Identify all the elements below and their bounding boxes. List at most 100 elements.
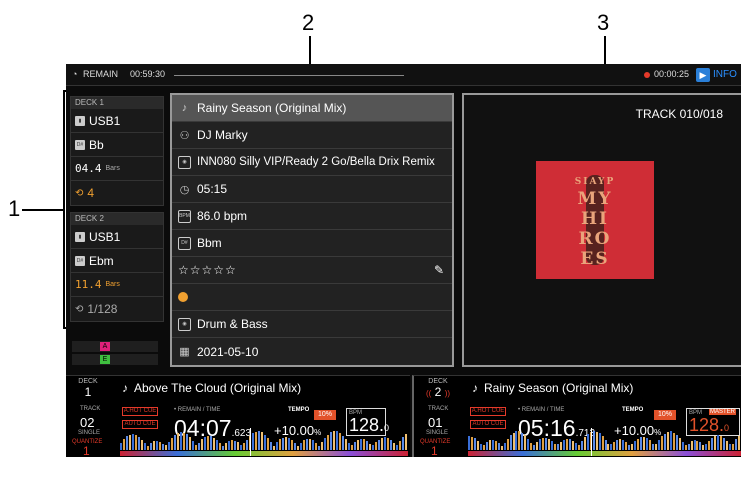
waveform-bar [210, 436, 212, 450]
waveform-bar [583, 437, 586, 450]
deck1-hot-cue-button[interactable]: A.HOT CUE [122, 407, 158, 416]
waveform-bar [702, 444, 705, 450]
waveform-bar [165, 445, 167, 450]
info-row-title[interactable]: ♪ Rainy Season (Original Mix) [172, 95, 452, 122]
waveform-bar [333, 431, 335, 450]
hot-cue-e[interactable]: E [100, 355, 110, 364]
waveform-bar [687, 443, 690, 450]
waveform-bar [470, 436, 473, 450]
info-rating-stars[interactable]: ☆☆☆☆☆ [178, 263, 237, 277]
waveform-bar [252, 433, 254, 450]
deck2-waveform[interactable] [468, 428, 741, 456]
waveform-bar [354, 442, 356, 450]
calendar-icon: ▦ [179, 346, 190, 358]
track-info-list[interactable]: ♪ Rainy Season (Original Mix) ⚇ DJ Marky… [170, 93, 454, 367]
waveform-position-strip [468, 451, 741, 456]
waveform-bar [168, 441, 170, 450]
recording-indicator-icon [644, 72, 650, 78]
info-row-key[interactable]: D# Bbm [172, 230, 452, 257]
deck2-tempo-range[interactable]: 10% [654, 410, 676, 420]
info-duration: 05:15 [197, 182, 228, 196]
deck1-deck-label: DECK [78, 378, 98, 385]
waveform-bar [657, 440, 660, 450]
deck1-bars-value: 04.4 [75, 162, 102, 175]
waveform-bar [240, 445, 242, 450]
waveform-bar [527, 438, 530, 450]
info-button[interactable]: ▶ [696, 68, 710, 82]
waveform-bar [654, 444, 657, 450]
waveform-bar [234, 440, 236, 450]
album-icon: ◉ [178, 155, 191, 169]
info-artist: DJ Marky [197, 128, 248, 142]
info-row-artist[interactable]: ⚇ DJ Marky [172, 122, 452, 149]
info-label[interactable]: INFO [713, 69, 737, 80]
waveform-bar [330, 432, 332, 450]
waveform-bar [717, 435, 720, 450]
waveform-bar [396, 444, 398, 450]
info-row-color[interactable] [172, 284, 452, 311]
deck1-waveform[interactable] [120, 428, 408, 456]
info-row-bpm[interactable]: BPM 86.0 bpm [172, 203, 452, 230]
deck1-panel[interactable]: DECK 1 ▮ USB1 D# Bb 04.4 Bars ⟲ 4 [70, 96, 164, 206]
waveform-bar [565, 438, 568, 450]
waveform-bar [577, 445, 580, 450]
music-note-icon: ♪ [122, 381, 128, 395]
deck2-deck-num: 2 [434, 385, 442, 399]
waveform-bar [363, 439, 365, 450]
waveform-bar [515, 431, 518, 450]
waveform-bar [273, 445, 275, 450]
waveform-bar [291, 440, 293, 450]
waveform-bar [312, 440, 314, 450]
waveform-bar [533, 445, 536, 450]
waveform-bar [678, 438, 681, 450]
deck1-track-label: TRACK [80, 406, 101, 412]
waveform-bar [132, 434, 134, 450]
waveform-bar [720, 435, 723, 450]
deck1-source-label: USB1 [89, 113, 121, 128]
waveform-bar [604, 440, 607, 450]
pencil-icon[interactable]: ✎ [434, 263, 444, 277]
info-row-album[interactable]: ◉ INN080 Silly VIP/Ready 2 Go/Bella Drix… [172, 149, 452, 176]
deck1-remain-label: • REMAIN / TIME [174, 407, 221, 413]
waveform-bar [500, 445, 503, 450]
deck2-panel[interactable]: DECK 2 ▮ USB1 D# Ebm 11.4 Bars ⟲ 1/128 [70, 212, 164, 322]
waveform-bar [607, 443, 610, 450]
deck1-tempo-range[interactable]: 10% [314, 410, 336, 420]
waveform-bar [675, 434, 678, 450]
waveform-bar [402, 437, 404, 450]
clock-icon: ◷ [179, 183, 190, 196]
waveform-bar [267, 438, 269, 450]
waveform-bar [625, 441, 628, 450]
waveform-bar [348, 443, 350, 450]
waveform-bar [207, 435, 209, 450]
info-row-date[interactable]: ▦ 2021-05-10 [172, 338, 452, 365]
waveform-bar [557, 444, 560, 450]
waveform-bar [204, 436, 206, 450]
waveform-bar [669, 431, 672, 450]
waveform-bar [497, 442, 500, 450]
waveform-bar [610, 444, 613, 450]
waveform-bar [619, 439, 622, 450]
info-row-duration[interactable]: ◷ 05:15 [172, 176, 452, 203]
hot-cue-a[interactable]: A [100, 342, 110, 351]
waveform-bar [342, 435, 344, 450]
waveform-bar [705, 444, 708, 450]
waveform-bar [696, 440, 699, 450]
artwork-panel: TRACK 010/018 SIAYP MY HI RO ES [462, 93, 741, 367]
waveform-bar [580, 441, 583, 450]
waveform-bar [506, 438, 509, 450]
waveform-bar [530, 442, 533, 450]
info-row-rating[interactable]: ☆☆☆☆☆ ✎ [172, 257, 452, 284]
deck2-track-label: TRACK [428, 406, 449, 412]
waveform-bar [381, 437, 383, 450]
waveform-bar [521, 432, 524, 450]
remain-label: REMAIN [83, 69, 119, 79]
waveform-bar [405, 433, 407, 450]
deck2-hot-cue-button[interactable]: A.HOT CUE [470, 407, 506, 416]
deck1-track-title: Above The Cloud (Original Mix) [134, 381, 302, 395]
deck1-header: DECK 1 [71, 97, 163, 109]
waveform-bar [542, 437, 545, 450]
key-icon: D# [75, 139, 85, 150]
info-row-genre[interactable]: ◉ Drum & Bass [172, 311, 452, 338]
waveform-bar [586, 434, 589, 450]
